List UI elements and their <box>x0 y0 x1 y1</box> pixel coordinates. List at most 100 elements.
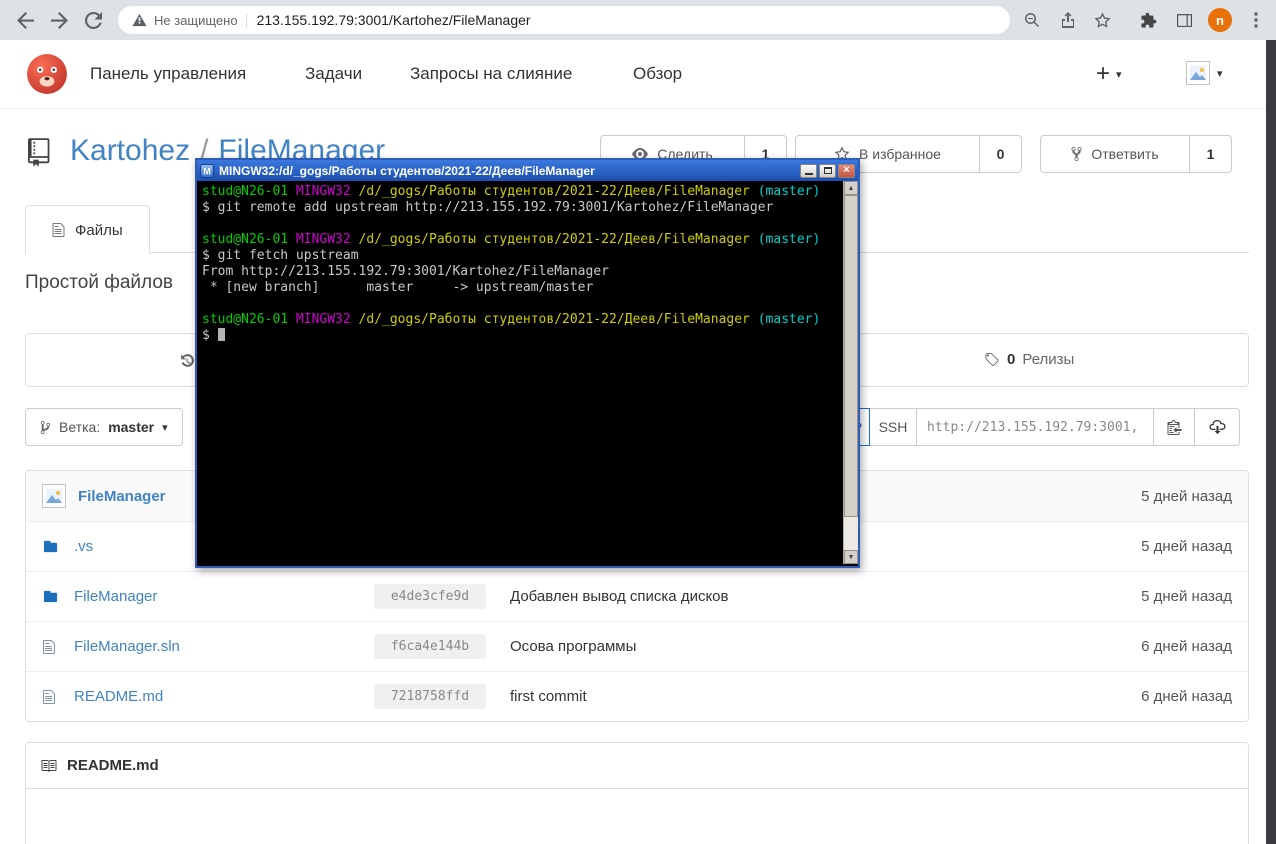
gogs-logo[interactable] <box>26 53 68 95</box>
browser-menu-button[interactable] <box>1240 3 1272 37</box>
releases-label: Релизы <box>1022 351 1075 368</box>
reload-icon <box>84 11 102 29</box>
minimize-button[interactable] <box>800 163 817 178</box>
profile-avatar[interactable]: n <box>1208 8 1232 32</box>
forward-button[interactable] <box>42 3 76 37</box>
screen: Не защищено 213.155.192.79:3001/Kartohez… <box>0 0 1276 844</box>
committer-avatar <box>42 484 66 508</box>
releases-count: 0 <box>1007 351 1016 368</box>
user-menu[interactable] <box>1186 61 1223 85</box>
scroll-up-arrow[interactable] <box>844 181 858 195</box>
file-link[interactable]: FileManager <box>74 588 374 605</box>
clone-url-input[interactable] <box>916 408 1154 446</box>
terminal-window[interactable]: M MINGW32:/d/_gogs/Работы студентов/2021… <box>195 158 860 568</box>
commit-hash-link[interactable]: e4de3cfe9d <box>374 584 486 609</box>
download-button[interactable] <box>1194 408 1240 446</box>
plus-icon: + <box>1096 60 1111 87</box>
releases-link[interactable]: 0 Релизы <box>984 351 1074 368</box>
commit-message-link[interactable]: Осова программы <box>510 638 636 655</box>
readme-section: README.md <box>25 742 1249 844</box>
folder-icon <box>42 589 60 604</box>
browser-scrollbar[interactable] <box>1266 40 1276 844</box>
commit-hash-link[interactable]: f6ca4e144b <box>374 634 486 659</box>
branch-selector[interactable]: Ветка: master <box>25 408 183 446</box>
file-age: 6 дней назад <box>1141 688 1232 705</box>
terminal-command-line: $ git fetch upstream <box>202 248 359 263</box>
share-icon <box>1062 12 1074 28</box>
nav-issues[interactable]: Задачи <box>305 40 362 108</box>
folder-icon <box>42 539 60 554</box>
file-age: 5 дней назад <box>1141 538 1232 555</box>
chevron-down-icon <box>1116 68 1122 81</box>
nav-pull-requests[interactable]: Запросы на слияние <box>410 40 572 108</box>
bookmark-button[interactable] <box>1086 3 1118 37</box>
git-branch-icon <box>40 420 51 435</box>
user-avatar <box>1186 61 1210 85</box>
readme-title: README.md <box>67 757 159 774</box>
terminal-titlebar[interactable]: M MINGW32:/d/_gogs/Работы студентов/2021… <box>197 160 858 181</box>
terminal-prompt-line: stud@N26-01 MINGW32 /d/_gogs/Работы студ… <box>202 312 821 327</box>
fork-count[interactable]: 1 <box>1190 135 1232 173</box>
back-button[interactable] <box>8 3 42 37</box>
side-panel-button[interactable] <box>1168 3 1200 37</box>
scroll-down-arrow[interactable] <box>844 550 858 564</box>
side-panel-icon <box>1176 13 1192 27</box>
star-count[interactable]: 0 <box>980 135 1022 173</box>
tab-files[interactable]: Файлы <box>25 205 150 254</box>
maximize-button[interactable] <box>819 163 836 178</box>
address-bar[interactable]: Не защищено 213.155.192.79:3001/Kartohez… <box>118 6 1010 34</box>
terminal-scrollbar[interactable] <box>843 181 858 564</box>
terminal-prompt-line: stud@N26-01 MINGW32 /d/_gogs/Работы студ… <box>202 184 821 199</box>
close-button[interactable] <box>838 163 855 178</box>
star-icon <box>1093 11 1111 28</box>
terminal-output[interactable]: stud@N26-01 MINGW32 /d/_gogs/Работы студ… <box>197 181 858 564</box>
not-secure-icon <box>132 13 147 27</box>
file-link[interactable]: FileManager.sln <box>74 638 374 655</box>
clone-panel: HTTP SSH <box>818 408 1240 446</box>
file-age: 6 дней назад <box>1141 638 1232 655</box>
history-icon[interactable] <box>178 353 195 375</box>
zoom-button[interactable] <box>1016 3 1048 37</box>
extensions-button[interactable] <box>1132 3 1164 37</box>
terminal-current-prompt: $ <box>202 328 838 344</box>
zoom-icon <box>1025 12 1040 28</box>
terminal-prompt-line: stud@N26-01 MINGW32 /d/_gogs/Работы студ… <box>202 232 821 247</box>
file-icon <box>42 639 60 655</box>
commit-message-link[interactable]: Добавлен вывод списка дисков <box>510 588 729 605</box>
tab-files-label: Файлы <box>75 221 123 239</box>
nav-dashboard[interactable]: Панель управления <box>90 40 246 108</box>
tag-icon <box>984 352 1000 368</box>
branch-label: Ветка: <box>59 419 101 435</box>
share-button[interactable] <box>1052 3 1084 37</box>
fork-button[interactable]: Ответвить <box>1040 135 1190 173</box>
browser-toolbar: Не защищено 213.155.192.79:3001/Kartohez… <box>0 0 1276 40</box>
ssh-protocol-button[interactable]: SSH <box>869 408 917 446</box>
table-row: README.md 7218758ffd first commit 6 дней… <box>26 671 1248 721</box>
file-link[interactable]: README.md <box>74 688 374 705</box>
terminal-window-controls <box>800 163 855 178</box>
file-text-icon <box>52 222 65 238</box>
terminal-title: MINGW32:/d/_gogs/Работы студентов/2021-2… <box>219 163 595 178</box>
terminal-output-line: From http://213.155.192.79:3001/Kartohez… <box>202 264 609 279</box>
latest-commit-age: 5 дней назад <box>1141 487 1232 505</box>
latest-commit-link[interactable]: FileManager <box>78 488 166 505</box>
commit-hash-link[interactable]: 7218758ffd <box>374 684 486 709</box>
star-label: В избранное <box>859 146 941 162</box>
new-repo-dropdown[interactable]: + <box>1096 40 1122 108</box>
kebab-menu-icon <box>1254 12 1258 28</box>
copy-url-button[interactable] <box>1153 408 1195 446</box>
repo-owner-link[interactable]: Kartohez <box>70 134 190 167</box>
file-icon <box>42 689 60 705</box>
back-icon <box>16 11 34 29</box>
clipboard-icon <box>1167 420 1181 435</box>
scrollbar-thumb[interactable] <box>844 195 858 517</box>
reload-button[interactable] <box>76 3 110 37</box>
commit-message-link[interactable]: first commit <box>510 688 587 705</box>
nav-explore[interactable]: Обзор <box>633 40 682 108</box>
readme-header: README.md <box>26 743 1248 789</box>
puzzle-icon <box>1140 12 1156 28</box>
terminal-output-line: * [new branch] master -> upstream/master <box>202 280 594 295</box>
fork-group: Ответвить 1 <box>1040 135 1232 173</box>
